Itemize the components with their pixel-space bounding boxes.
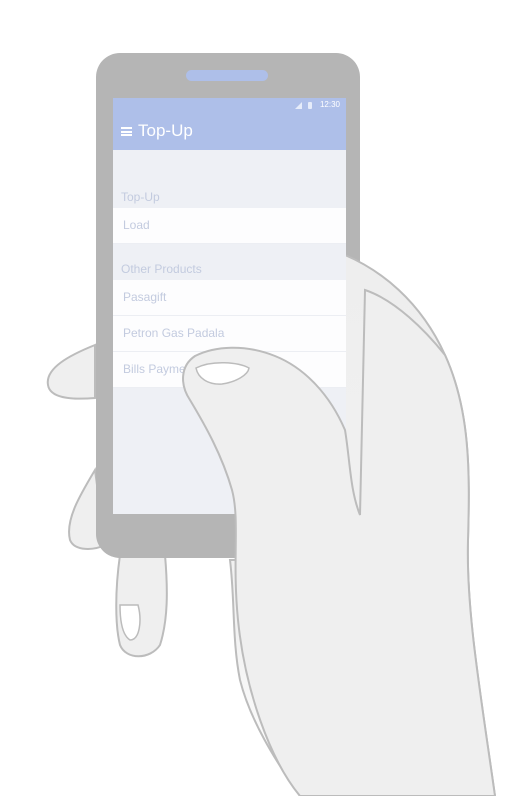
list-item-petron-gas-padala[interactable]: Petron Gas Padala [113, 316, 346, 352]
status-bar: 12:30 [113, 98, 346, 114]
section-header-top-up: Top-Up [121, 190, 160, 204]
list-item-label: Pasagift [123, 290, 167, 304]
list-item-load[interactable]: Load [113, 208, 346, 244]
app-bar: Top-Up [113, 114, 346, 150]
hamburger-menu-icon[interactable] [121, 127, 132, 136]
phone-screen: 12:30 Top-Up Top-Up Load Other Products … [113, 98, 346, 514]
status-time: 12:30 [319, 100, 340, 109]
signal-icon [295, 102, 302, 109]
section-header-other-products: Other Products [121, 262, 202, 276]
battery-icon [308, 102, 312, 109]
page-title: Top-Up [138, 121, 193, 140]
list-item-label: Petron Gas Padala [123, 326, 225, 340]
list-item-bills-payment[interactable]: Bills Payment [113, 352, 346, 388]
illustration: 12:30 Top-Up Top-Up Load Other Products … [0, 0, 511, 796]
list-item-label: Bills Payment [123, 362, 196, 376]
phone-speaker [186, 70, 268, 81]
list-item-label: Load [123, 218, 150, 232]
left-finger [46, 343, 96, 400]
list-item-pasagift[interactable]: Pasagift [113, 280, 346, 316]
